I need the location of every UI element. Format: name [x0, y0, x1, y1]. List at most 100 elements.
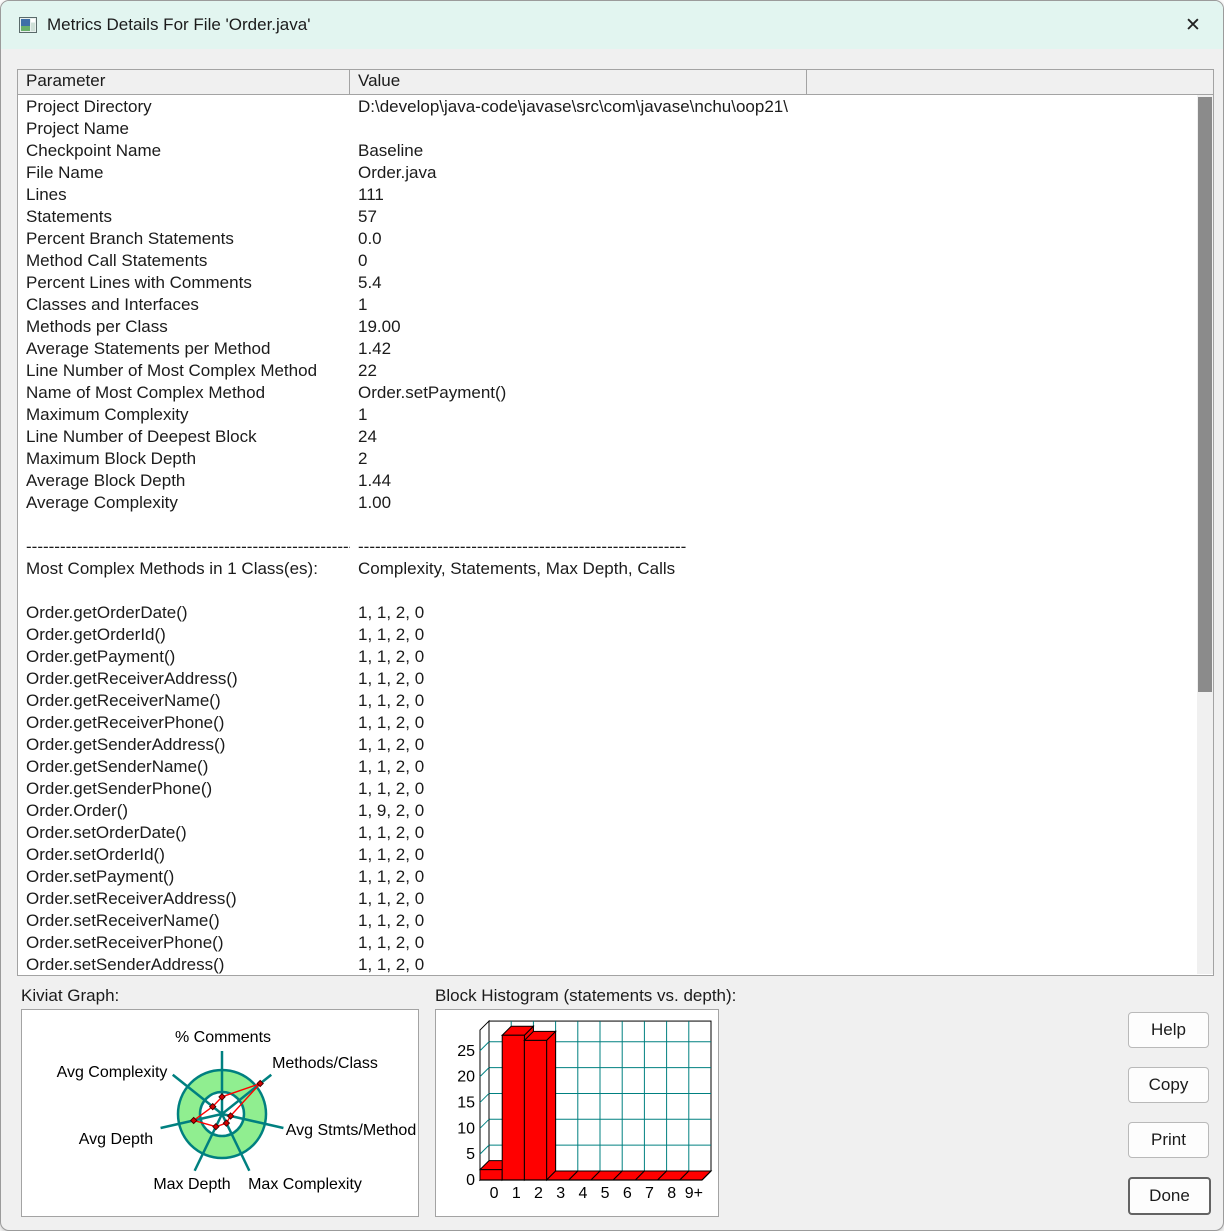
- table-row[interactable]: Average Block Depth 1.44: [18, 470, 1196, 492]
- row-value: 0: [358, 251, 368, 270]
- row-value: Baseline: [358, 141, 424, 160]
- svg-text:15: 15: [457, 1094, 475, 1111]
- row-value: 24: [358, 427, 377, 446]
- row-parameter: Order.setOrderId(): [26, 845, 165, 864]
- table-row[interactable]: Most Complex Methods in 1 Class(es): Comp…: [18, 558, 1196, 580]
- table-row[interactable]: Order.setPayment() 1, 1, 2, 0: [18, 866, 1196, 888]
- row-value: 1, 1, 2, 0: [358, 933, 425, 952]
- table-row[interactable]: Percent Branch Statements 0.0: [18, 228, 1196, 250]
- table-row[interactable]: Maximum Block Depth 2: [18, 448, 1196, 470]
- svg-text:3: 3: [556, 1185, 565, 1202]
- row-parameter: Lines: [26, 185, 67, 204]
- close-button[interactable]: ✕: [1175, 8, 1211, 42]
- row-parameter: Average Complexity: [26, 493, 178, 512]
- help-button[interactable]: Help: [1128, 1012, 1209, 1048]
- scrollbar-thumb[interactable]: [1198, 97, 1212, 692]
- row-value: 1, 1, 2, 0: [358, 757, 425, 776]
- window-title: Metrics Details For File 'Order.java': [47, 15, 311, 34]
- svg-text:Max Complexity: Max Complexity: [248, 1176, 362, 1193]
- table-row[interactable]: Order.setReceiverName() 1, 1, 2, 0: [18, 910, 1196, 932]
- row-parameter: Order.getPayment(): [26, 647, 176, 666]
- row-parameter: Project Directory: [26, 97, 152, 116]
- table-row[interactable]: Order.getReceiverPhone() 1, 1, 2, 0: [18, 712, 1196, 734]
- table-row[interactable]: Name of Most Complex Method Order.setPaym…: [18, 382, 1196, 404]
- row-value: 19.00: [358, 317, 401, 336]
- table-row[interactable]: Lines 111: [18, 184, 1196, 206]
- table-row[interactable]: Statements 57: [18, 206, 1196, 228]
- svg-text:Avg Complexity: Avg Complexity: [57, 1064, 168, 1081]
- row-value: 1, 1, 2, 0: [358, 647, 425, 666]
- table-row[interactable]: Order.getReceiverName() 1, 1, 2, 0: [18, 690, 1196, 712]
- row-parameter: Order.getReceiverName(): [26, 691, 221, 710]
- title-bar: Metrics Details For File 'Order.java' ✕: [1, 1, 1223, 49]
- svg-text:5: 5: [466, 1146, 475, 1163]
- table-row[interactable]: Order.setReceiverPhone() 1, 1, 2, 0: [18, 932, 1196, 954]
- metrics-panel: Parameter Value Project Directory D:\deve…: [17, 69, 1214, 976]
- table-row[interactable]: Line Number of Most Complex Method 22: [18, 360, 1196, 382]
- row-value: [350, 118, 1196, 140]
- table-row[interactable]: Average Complexity 1.00: [18, 492, 1196, 514]
- table-row[interactable]: Order.getOrderDate() 1, 1, 2, 0: [18, 602, 1196, 624]
- row-value: 1, 1, 2, 0: [358, 823, 425, 842]
- row-parameter: Order.getOrderId(): [26, 625, 166, 644]
- svg-text:7: 7: [645, 1185, 654, 1202]
- row-value: 57: [358, 207, 377, 226]
- print-button[interactable]: Print: [1128, 1122, 1209, 1158]
- row-value: 1, 1, 2, 0: [358, 867, 425, 886]
- table-row[interactable]: Checkpoint Name Baseline: [18, 140, 1196, 162]
- table-row[interactable]: [18, 514, 1196, 536]
- row-value: 111: [358, 185, 384, 204]
- table-row[interactable]: Order.getReceiverAddress() 1, 1, 2, 0: [18, 668, 1196, 690]
- column-header-value[interactable]: Value: [350, 70, 807, 94]
- column-header-blank[interactable]: [807, 70, 1213, 94]
- svg-text:8: 8: [667, 1185, 676, 1202]
- table-row[interactable]: Order.Order() 1, 9, 2, 0: [18, 800, 1196, 822]
- table-header: Parameter Value: [18, 70, 1213, 95]
- row-parameter: Checkpoint Name: [26, 141, 162, 160]
- table-row[interactable]: Project Directory D:\develop\java-code\ja…: [18, 96, 1196, 118]
- table-row[interactable]: Percent Lines with Comments 5.4: [18, 272, 1196, 294]
- table-row[interactable]: Order.setOrderId() 1, 1, 2, 0: [18, 844, 1196, 866]
- row-parameter: Most Complex Methods in 1 Class(es):: [26, 559, 318, 578]
- row-parameter: File Name: [26, 163, 104, 182]
- table-row[interactable]: Line Number of Deepest Block 24: [18, 426, 1196, 448]
- row-parameter: Order.getSenderName(): [26, 757, 209, 776]
- table-row[interactable]: Order.getPayment() 1, 1, 2, 0: [18, 646, 1196, 668]
- table-row[interactable]: Order.getSenderAddress() 1, 1, 2, 0: [18, 734, 1196, 756]
- table-row[interactable]: Project Name: [18, 118, 1196, 140]
- row-value: 1: [358, 295, 368, 314]
- row-parameter: Methods per Class: [26, 317, 168, 336]
- table-row[interactable]: Maximum Complexity 1: [18, 404, 1196, 426]
- table-row[interactable]: Order.setSenderAddress() 1, 1, 2, 0: [18, 954, 1196, 974]
- row-value: 1, 1, 2, 0: [358, 889, 425, 908]
- row-parameter: Line Number of Deepest Block: [26, 427, 257, 446]
- svg-text:Methods/Class: Methods/Class: [272, 1055, 378, 1072]
- table-row[interactable]: Order.getSenderPhone() 1, 1, 2, 0: [18, 778, 1196, 800]
- svg-text:2: 2: [534, 1185, 543, 1202]
- row-parameter: Method Call Statements: [26, 251, 208, 270]
- table-row[interactable]: [18, 580, 1196, 602]
- row-parameter: Order.setReceiverName(): [26, 911, 220, 930]
- table-row[interactable]: Order.setOrderDate() 1, 1, 2, 0: [18, 822, 1196, 844]
- table-row[interactable]: Order.getSenderName() 1, 1, 2, 0: [18, 756, 1196, 778]
- column-header-parameter[interactable]: Parameter: [18, 70, 350, 94]
- svg-text:5: 5: [601, 1185, 610, 1202]
- table-row[interactable]: Order.getOrderId() 1, 1, 2, 0: [18, 624, 1196, 646]
- row-value: 1, 1, 2, 0: [358, 713, 425, 732]
- row-value: 1, 1, 2, 0: [358, 669, 425, 688]
- table-row[interactable]: Method Call Statements 0: [18, 250, 1196, 272]
- copy-button[interactable]: Copy: [1128, 1067, 1209, 1103]
- table-row[interactable]: Methods per Class 19.00: [18, 316, 1196, 338]
- done-button[interactable]: Done: [1128, 1177, 1211, 1215]
- row-value: Complexity, Statements, Max Depth, Calls: [358, 559, 676, 578]
- table-row[interactable]: ----------------------------------------…: [18, 536, 1196, 558]
- row-value: Order.java: [358, 163, 437, 182]
- row-parameter: ----------------------------------------…: [26, 537, 350, 556]
- table-row[interactable]: File Name Order.java: [18, 162, 1196, 184]
- table-row[interactable]: Average Statements per Method 1.42: [18, 338, 1196, 360]
- vertical-scrollbar[interactable]: [1197, 95, 1213, 974]
- table-row[interactable]: Order.setReceiverAddress() 1, 1, 2, 0: [18, 888, 1196, 910]
- table-row[interactable]: Classes and Interfaces 1: [18, 294, 1196, 316]
- row-parameter: Classes and Interfaces: [26, 295, 199, 314]
- svg-text:4: 4: [578, 1185, 587, 1202]
